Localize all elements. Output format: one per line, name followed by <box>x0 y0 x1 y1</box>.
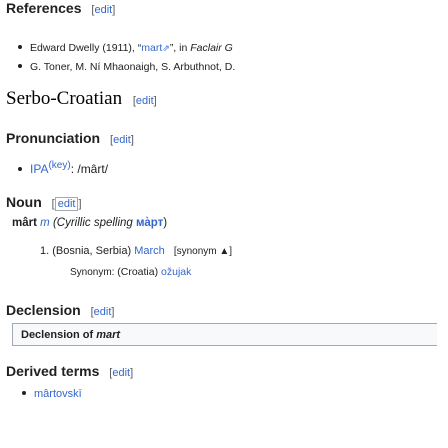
edit-link[interactable]: edit <box>136 95 154 107</box>
external-link-icon: ⇗ <box>162 43 170 53</box>
definition-line: 1. (Bosnia, Serbia) March [synonym ▲] <box>40 245 233 257</box>
bullet-icon <box>18 45 22 50</box>
declension-table-toggle[interactable]: Declension of mart <box>12 323 437 346</box>
edit-link[interactable]: edit <box>112 367 130 379</box>
edit-section: [edit] <box>109 367 134 379</box>
sense-label: (Bosnia, Serbia) <box>52 245 132 257</box>
synonym-link[interactable]: ožujak <box>161 266 191 278</box>
pronunciation-heading: Pronunciation [edit] <box>6 130 134 146</box>
gender-link[interactable]: m <box>40 217 50 229</box>
headword-line: mârt m (Cyrillic spelling ма̀рт) <box>12 217 168 229</box>
edit-section: [edit] <box>90 306 115 318</box>
reference-link[interactable]: mart <box>141 42 162 54</box>
bullet-icon <box>18 64 22 69</box>
derived-terms-heading: Derived terms [edit] <box>6 363 134 379</box>
language-heading: Serbo-Croatian [edit] <box>6 88 157 109</box>
edit-section: [edit] <box>91 4 116 16</box>
cyrillic-link[interactable]: ма̀рт <box>136 217 163 229</box>
references-heading: References [edit] <box>6 0 116 16</box>
noun-heading: Noun [edit] <box>6 194 82 211</box>
bullet-icon <box>18 166 22 171</box>
list-item: Edward Dwelly (1911), “mart⇗”, in Faclai… <box>18 42 233 54</box>
edit-link[interactable]: edit <box>113 134 131 146</box>
ipa-line: IPA(key): /mârt/ <box>18 160 108 176</box>
list-item: G. Toner, M. Ní Mhaonaigh, S. Arbuthnot,… <box>18 61 235 73</box>
bullet-icon <box>22 391 26 396</box>
ipa-link[interactable]: IPA <box>30 162 48 176</box>
synonym-line: Synonym: (Croatia) ožujak <box>70 266 192 278</box>
edit-link[interactable]: edit <box>54 197 79 211</box>
list-item: mârtovskī <box>22 388 82 400</box>
edit-section: [edit] <box>51 197 82 211</box>
edit-section: [edit] <box>132 95 157 107</box>
derived-term-link[interactable]: mârtovskī <box>34 388 82 400</box>
edit-section: [edit] <box>110 134 134 146</box>
definition-link[interactable]: March <box>134 245 165 257</box>
ipa-transcription: : /mârt/ <box>70 162 109 176</box>
declension-heading: Declension [edit] <box>6 302 115 318</box>
ipa-key-link[interactable]: (key) <box>48 160 70 171</box>
synonym-toggle[interactable]: [synonym ▲] <box>174 246 232 257</box>
reference-source: Faclair G <box>190 42 233 54</box>
declension-term: mart <box>96 329 121 341</box>
edit-link[interactable]: edit <box>94 306 112 318</box>
edit-link[interactable]: edit <box>94 4 112 16</box>
headword: mârt <box>12 217 37 229</box>
